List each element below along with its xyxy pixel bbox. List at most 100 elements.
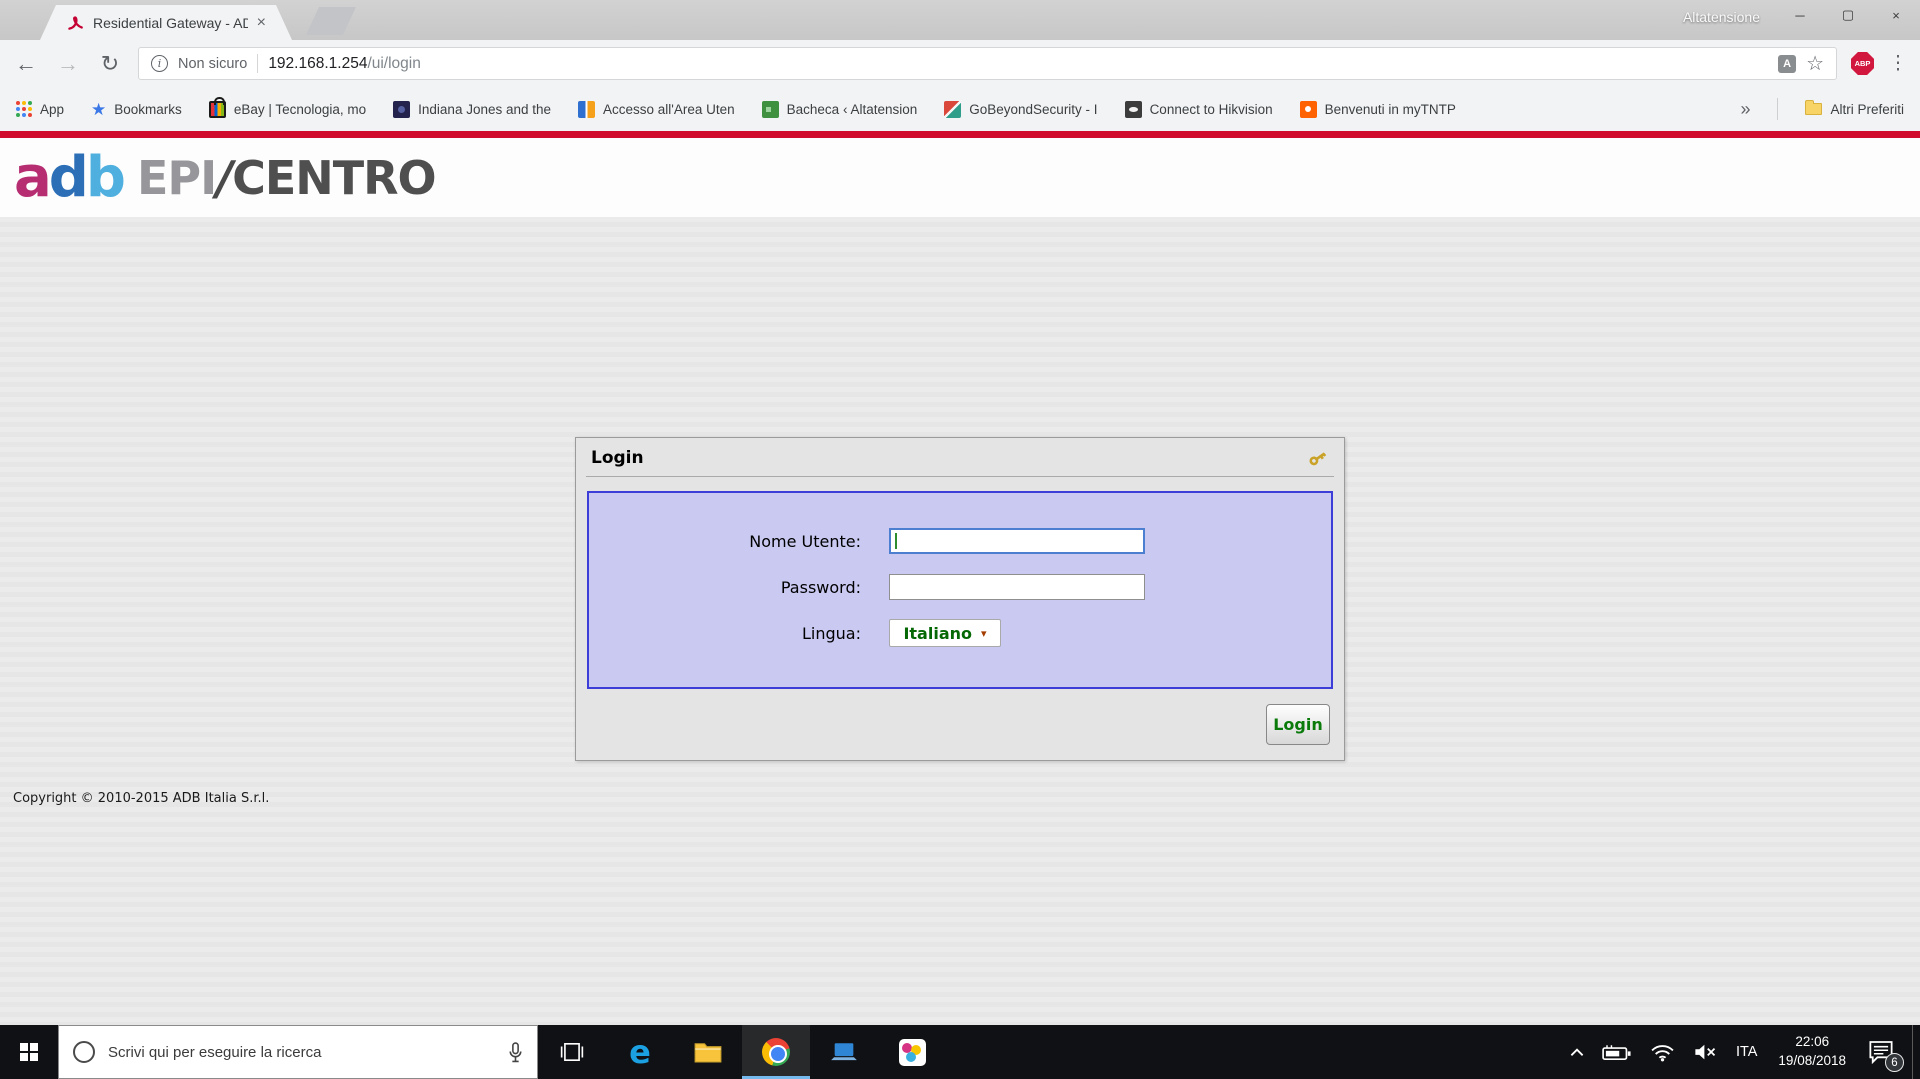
battery-status[interactable] <box>1593 1025 1641 1079</box>
apps-grid-icon <box>16 101 32 117</box>
edge-taskbar-button[interactable]: e <box>606 1025 674 1079</box>
notification-badge: 6 <box>1885 1053 1904 1072</box>
maximize-button[interactable]: ▢ <box>1824 0 1872 30</box>
url-path: /ui/login <box>367 54 421 72</box>
clock-date: 19/08/2018 <box>1778 1053 1846 1068</box>
movie-icon <box>393 100 411 118</box>
login-box-header: Login <box>576 438 1344 474</box>
login-box: Login Nome Utente: Password: Lingua: Ita… <box>575 437 1345 761</box>
search-placeholder: Scrivi qui per eseguire la ricerca <box>108 1043 322 1061</box>
login-box-separator <box>586 476 1334 477</box>
username-label: Nome Utente: <box>749 531 861 551</box>
forward-icon[interactable]: → <box>54 51 82 77</box>
username-input[interactable] <box>889 528 1145 554</box>
task-view-button[interactable] <box>538 1025 606 1079</box>
chrome-taskbar-button[interactable] <box>742 1025 810 1079</box>
battery-charging-icon <box>1602 1044 1631 1060</box>
back-icon[interactable]: ← <box>12 51 40 77</box>
folder-icon <box>1805 100 1823 115</box>
bookmark-ebay[interactable]: eBay | Tecnologia, mo <box>208 96 366 118</box>
screen: Residential Gateway - AD × Altatensione … <box>0 0 1920 1079</box>
adblock-plus-icon[interactable]: ABP <box>1851 52 1874 75</box>
taskbar-clock[interactable]: 22:06 19/08/2018 <box>1766 1033 1858 1071</box>
file-explorer-icon <box>694 1043 722 1063</box>
password-input[interactable] <box>889 574 1145 600</box>
taskbar-search[interactable]: Scrivi qui per eseguire la ricerca <box>58 1025 538 1079</box>
bookmark-mytnt[interactable]: Benvenuti in myTNTP <box>1299 100 1456 118</box>
reload-icon[interactable]: ↻ <box>96 51 124 77</box>
bookmark-indiana-jones[interactable]: Indiana Jones and the <box>393 100 551 118</box>
password-label: Password: <box>780 577 861 597</box>
browser-titlebar: Residential Gateway - AD × Altatensione … <box>0 0 1920 40</box>
remote-app-button[interactable] <box>810 1025 878 1079</box>
omnibox-divider <box>257 54 259 73</box>
speaker-muted-icon <box>1695 1044 1716 1060</box>
paint-app-button[interactable] <box>878 1025 946 1079</box>
page-accent-line <box>0 131 1920 138</box>
microphone-icon[interactable] <box>508 1041 523 1063</box>
language-value: Italiano <box>903 623 972 643</box>
copyright-text: Copyright © 2010-2015 ADB Italia S.r.l. <box>13 791 270 806</box>
ebay-bag-icon <box>208 96 226 118</box>
epicentro-logo: EPI/CENTRO <box>136 150 437 205</box>
bookmark-hikvision[interactable]: Connect to Hikvision <box>1124 100 1273 118</box>
browser-menu-icon[interactable]: ⋮ <box>1888 52 1908 75</box>
password-row: Password: <box>589 573 1331 601</box>
system-tray: ITA 22:06 19/08/2018 6 <box>1561 1025 1920 1079</box>
tab-title: Residential Gateway - AD <box>93 14 248 31</box>
star-icon: ★ <box>91 99 107 119</box>
action-center-button[interactable]: 6 <box>1858 1025 1912 1079</box>
keyboard-language-indicator[interactable]: ITA <box>1727 1025 1766 1079</box>
bookmark-apps[interactable]: App <box>16 101 64 117</box>
profile-name[interactable]: Altatensione <box>1683 9 1760 25</box>
camera-icon <box>1124 100 1142 118</box>
bookmark-star-icon[interactable]: ☆ <box>1806 51 1824 76</box>
security-label: Non sicuro <box>178 55 248 72</box>
show-desktop-button[interactable] <box>1912 1025 1920 1079</box>
clock-time: 22:06 <box>1795 1034 1830 1050</box>
browser-tab[interactable]: Residential Gateway - AD × <box>40 5 292 40</box>
taskbar: Scrivi qui per eseguire la ricerca e ITA… <box>0 1025 1920 1079</box>
language-row: Lingua: Italiano ▾ <box>589 619 1331 647</box>
area-utenti-icon <box>578 100 596 118</box>
page-header: adb EPI/CENTRO <box>0 138 1920 217</box>
bookmark-bacheca[interactable]: Bacheca ‹ Altatension <box>761 100 917 118</box>
tray-expand-button[interactable] <box>1561 1025 1593 1079</box>
security-icon <box>944 100 962 118</box>
bookmark-bookmarks[interactable]: ★ Bookmarks <box>91 101 182 118</box>
tnt-icon <box>1299 100 1317 118</box>
bacheca-icon <box>761 100 779 118</box>
chevron-up-icon <box>1570 1047 1584 1056</box>
language-select[interactable]: Italiano ▾ <box>889 619 1001 647</box>
bookmarks-overflow-icon[interactable]: » <box>1740 99 1750 120</box>
login-box-footer: Login <box>576 689 1344 759</box>
start-button[interactable] <box>0 1025 58 1079</box>
adb-favicon-icon <box>66 14 84 32</box>
url-host: 192.168.1.254 <box>268 54 368 72</box>
username-row: Nome Utente: <box>589 527 1331 555</box>
file-explorer-button[interactable] <box>674 1025 742 1079</box>
chrome-icon <box>762 1038 790 1066</box>
other-bookmarks-folder[interactable]: Altri Preferiti <box>1805 100 1904 117</box>
palette-icon <box>898 1038 926 1066</box>
info-icon[interactable]: i <box>151 55 168 72</box>
laptop-icon <box>831 1043 857 1061</box>
volume-status[interactable] <box>1684 1025 1727 1079</box>
minimize-button[interactable]: ─ <box>1776 0 1824 30</box>
bookmarks-divider <box>1777 98 1779 120</box>
bookmark-area-utenti[interactable]: Accesso all'Area Uten <box>578 100 735 118</box>
url-text[interactable]: 192.168.1.254/ui/login <box>268 55 421 73</box>
translate-icon[interactable]: A <box>1778 54 1797 73</box>
wifi-icon <box>1651 1044 1674 1061</box>
close-button[interactable]: × <box>1872 0 1920 30</box>
edge-icon: e <box>629 1033 651 1071</box>
address-bar[interactable]: i Non sicuro 192.168.1.254/ui/login A ☆ <box>138 47 1837 80</box>
login-button[interactable]: Login <box>1266 704 1330 745</box>
bookmark-gobeyondsecurity[interactable]: GoBeyondSecurity - I <box>944 100 1098 118</box>
page-body: Login Nome Utente: Password: Lingua: Ita… <box>0 217 1920 1025</box>
windows-logo-icon <box>20 1043 38 1061</box>
chevron-down-icon: ▾ <box>981 626 987 640</box>
tab-close-icon[interactable]: × <box>257 15 266 31</box>
new-tab-button[interactable] <box>306 7 356 35</box>
wifi-status[interactable] <box>1641 1025 1684 1079</box>
